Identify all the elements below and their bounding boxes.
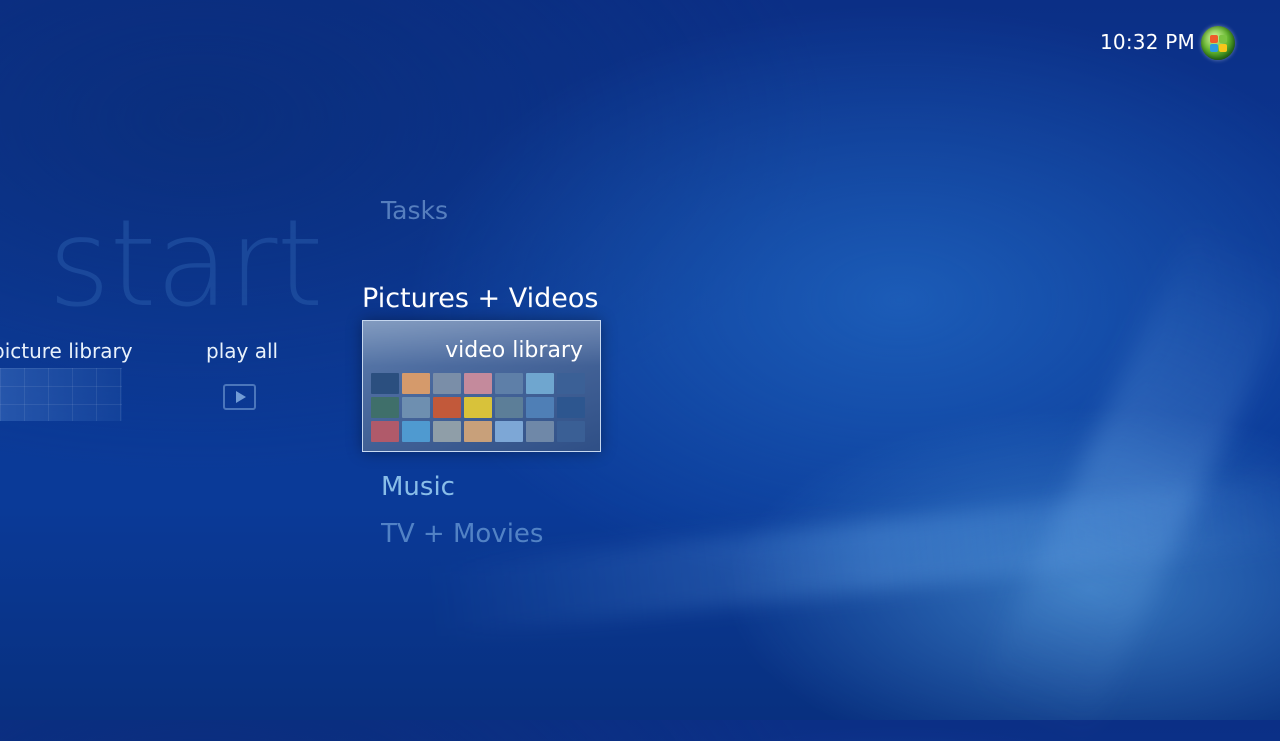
menu-pictures-videos[interactable]: Pictures + Videos [362, 283, 598, 314]
video-library-tile[interactable]: video library [362, 320, 601, 452]
play-icon[interactable] [223, 384, 256, 410]
menu-music[interactable]: Music [381, 472, 455, 502]
menu-tv-movies[interactable]: TV + Movies [381, 519, 543, 543]
video-library-label: video library [445, 338, 583, 363]
windows-logo-icon[interactable] [1201, 26, 1235, 60]
menu-tasks[interactable]: Tasks [381, 196, 448, 225]
clock: 10:32 PM [1100, 30, 1195, 54]
picture-library-tile[interactable] [0, 368, 122, 421]
background-glow-vertical [975, 219, 1280, 741]
picture-library-label[interactable]: picture library [0, 339, 133, 363]
video-thumbnails [371, 373, 591, 445]
play-all-label[interactable]: play all [206, 339, 278, 363]
start-watermark: start [48, 195, 323, 334]
